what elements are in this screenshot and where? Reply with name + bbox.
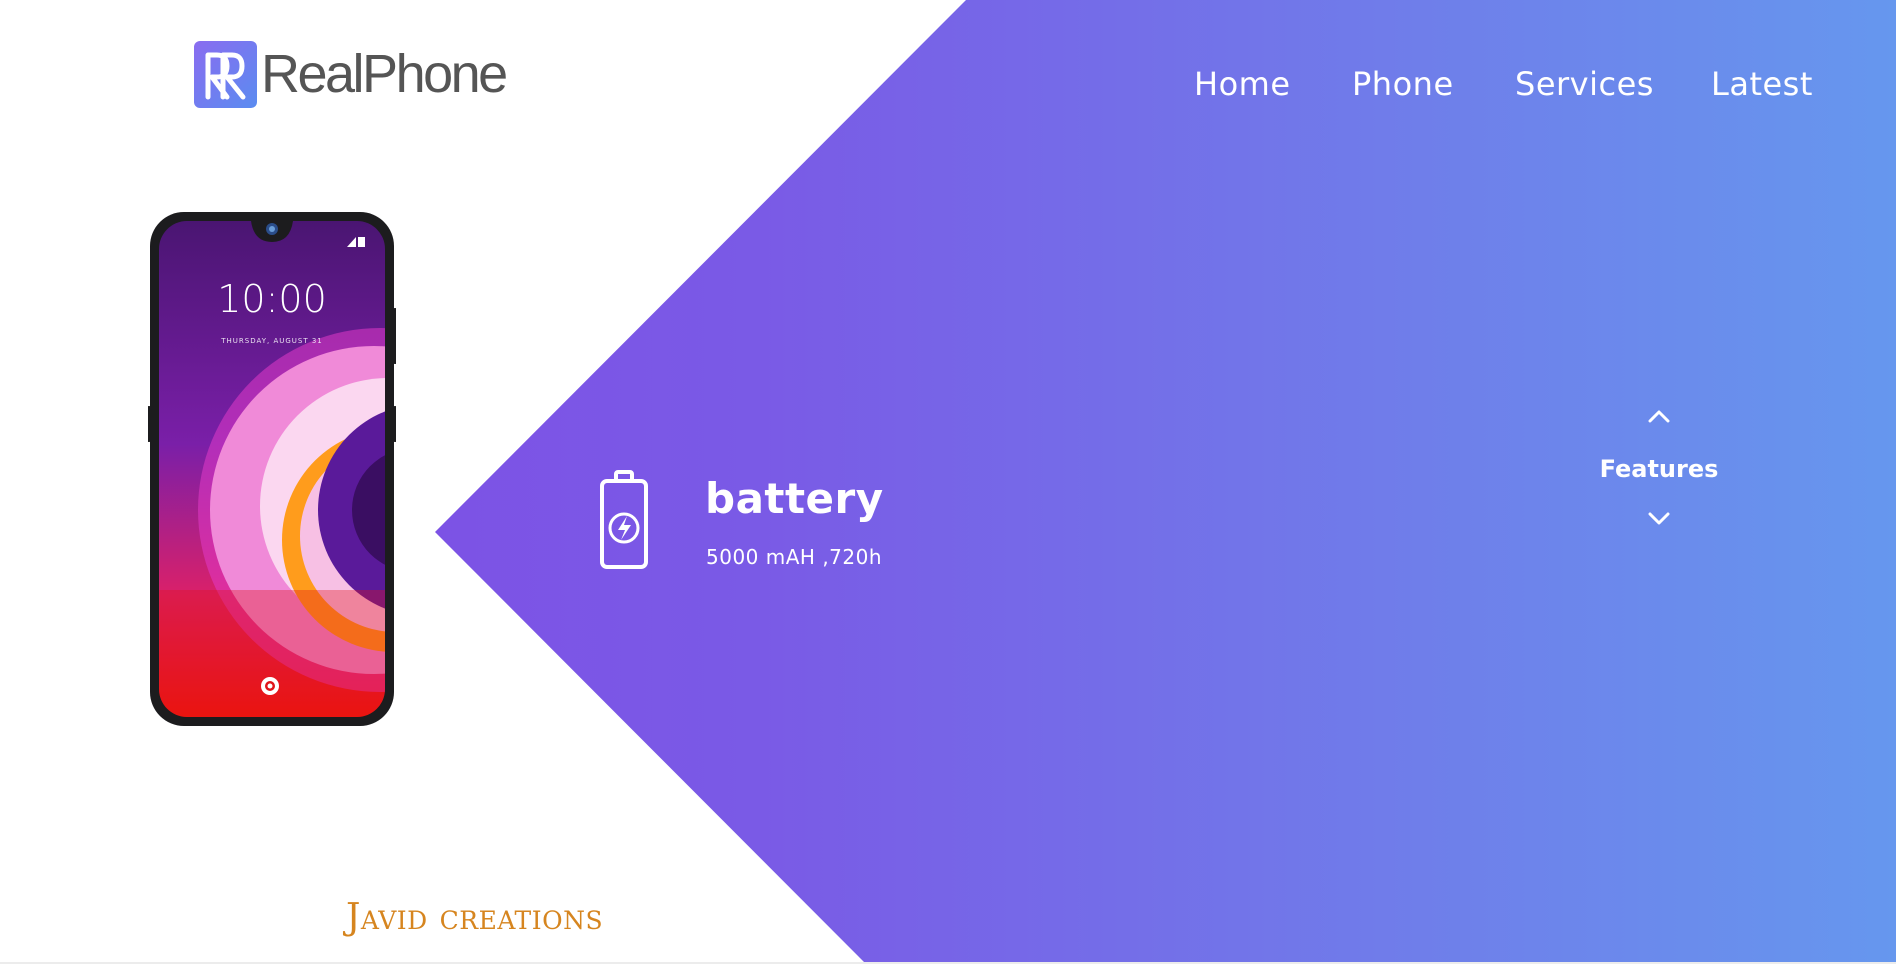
nav-services[interactable]: Services bbox=[1515, 62, 1654, 106]
nav-phone[interactable]: Phone bbox=[1352, 62, 1454, 106]
phone-screen-time: 10:00 bbox=[217, 277, 327, 321]
chevron-down-icon[interactable] bbox=[1645, 508, 1673, 528]
feature-value: 5000 mAH ,720h bbox=[706, 545, 883, 569]
feature-title: battery bbox=[705, 474, 884, 523]
features-navigator: Features bbox=[1584, 400, 1734, 540]
main-nav: Home Phone Services Latest bbox=[0, 62, 1896, 106]
battery-icon bbox=[596, 468, 652, 572]
nav-latest[interactable]: Latest bbox=[1711, 62, 1813, 106]
nav-home[interactable]: Home bbox=[1194, 62, 1291, 106]
features-label: Features bbox=[1599, 455, 1719, 483]
chevron-up-icon[interactable] bbox=[1645, 406, 1673, 426]
credit-text: Javid creations bbox=[346, 897, 604, 938]
phone-image: 10:00 THURSDAY, AUGUST 31 bbox=[147, 210, 397, 728]
phone-screen-date: THURSDAY, AUGUST 31 bbox=[220, 337, 323, 345]
